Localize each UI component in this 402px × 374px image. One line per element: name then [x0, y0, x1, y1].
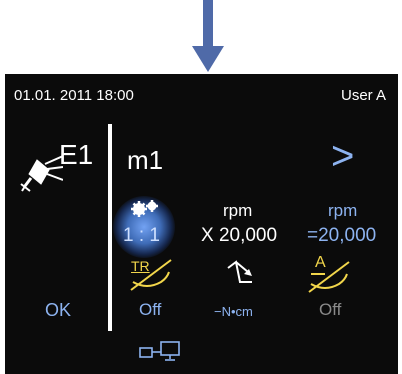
- handpiece-icon: [20, 155, 63, 192]
- torque-unit: −N•cm: [214, 304, 253, 319]
- torque-reverse-toggle[interactable]: TR Off: [127, 254, 177, 320]
- torque-angle-icon: [227, 260, 252, 283]
- pointer-arrow-icon: [192, 0, 224, 72]
- connection-icon[interactable]: [139, 340, 189, 362]
- user-label[interactable]: User A: [341, 87, 386, 104]
- ok-button[interactable]: OK: [45, 300, 71, 321]
- gears-icon: [131, 200, 158, 217]
- device-screen: 01.01. 2011 18:00 User A E1 m1 > 1: 1 r…: [5, 74, 398, 374]
- auto-function-state: Off: [319, 300, 342, 319]
- speed-result-value: =20,000: [307, 225, 377, 246]
- auto-function-off-icon: [308, 261, 350, 293]
- vertical-divider: [108, 124, 112, 331]
- torque-setting[interactable]: −N•cm: [210, 258, 270, 322]
- program-selector[interactable]: E1: [19, 139, 99, 203]
- torque-reverse-off-icon: [130, 259, 172, 291]
- gear-ratio-value[interactable]: 1 : 1: [123, 225, 160, 247]
- speed-factor-value[interactable]: X 20,000: [201, 225, 277, 247]
- auto-function-toggle[interactable]: A Off: [305, 254, 355, 320]
- rpm-result-unit-label: rpm: [328, 201, 358, 220]
- torque-reverse-state: Off: [139, 300, 162, 319]
- datetime-label: 01.01. 2011 18:00: [14, 87, 134, 104]
- next-button[interactable]: >: [331, 134, 354, 179]
- rpm-unit-label: rpm: [223, 201, 253, 220]
- mode-label: m1: [127, 145, 164, 175]
- program-badge: E1: [59, 139, 94, 170]
